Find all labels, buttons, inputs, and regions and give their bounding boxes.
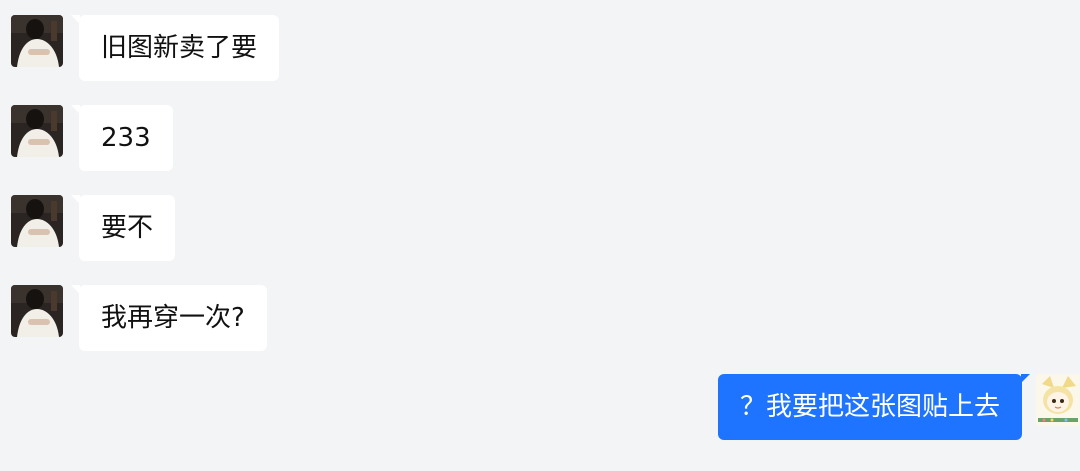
contact-avatar-icon [11,15,63,67]
message-row: 要不 [11,195,176,261]
message-bubble[interactable]: 旧图新卖了要 [70,15,280,81]
message-bubble[interactable]: 233 [71,105,173,171]
contact-avatar-icon [11,105,63,157]
contact-avatar[interactable] [11,285,63,337]
contact-avatar-icon [11,285,63,337]
contact-avatar-icon [11,195,63,247]
message-row: 旧图新卖了要 [11,15,280,81]
message-row: ？我要把这张图贴上去 [717,374,1080,440]
chat-message-list[interactable]: 旧图新卖了要 233 要不 我再穿一次? ？我要把这张图贴上去 [0,0,1080,471]
self-avatar-icon [1036,374,1080,426]
contact-avatar[interactable] [11,15,63,67]
message-row: 我再穿一次? [11,285,267,351]
message-bubble[interactable]: 我再穿一次? [71,285,267,351]
contact-avatar[interactable] [11,195,63,247]
message-row: 233 [11,105,173,171]
self-avatar[interactable] [1036,374,1080,426]
contact-avatar[interactable] [11,105,63,157]
message-bubble[interactable]: ？我要把这张图贴上去 [717,374,1031,440]
message-bubble[interactable]: 要不 [70,195,176,261]
